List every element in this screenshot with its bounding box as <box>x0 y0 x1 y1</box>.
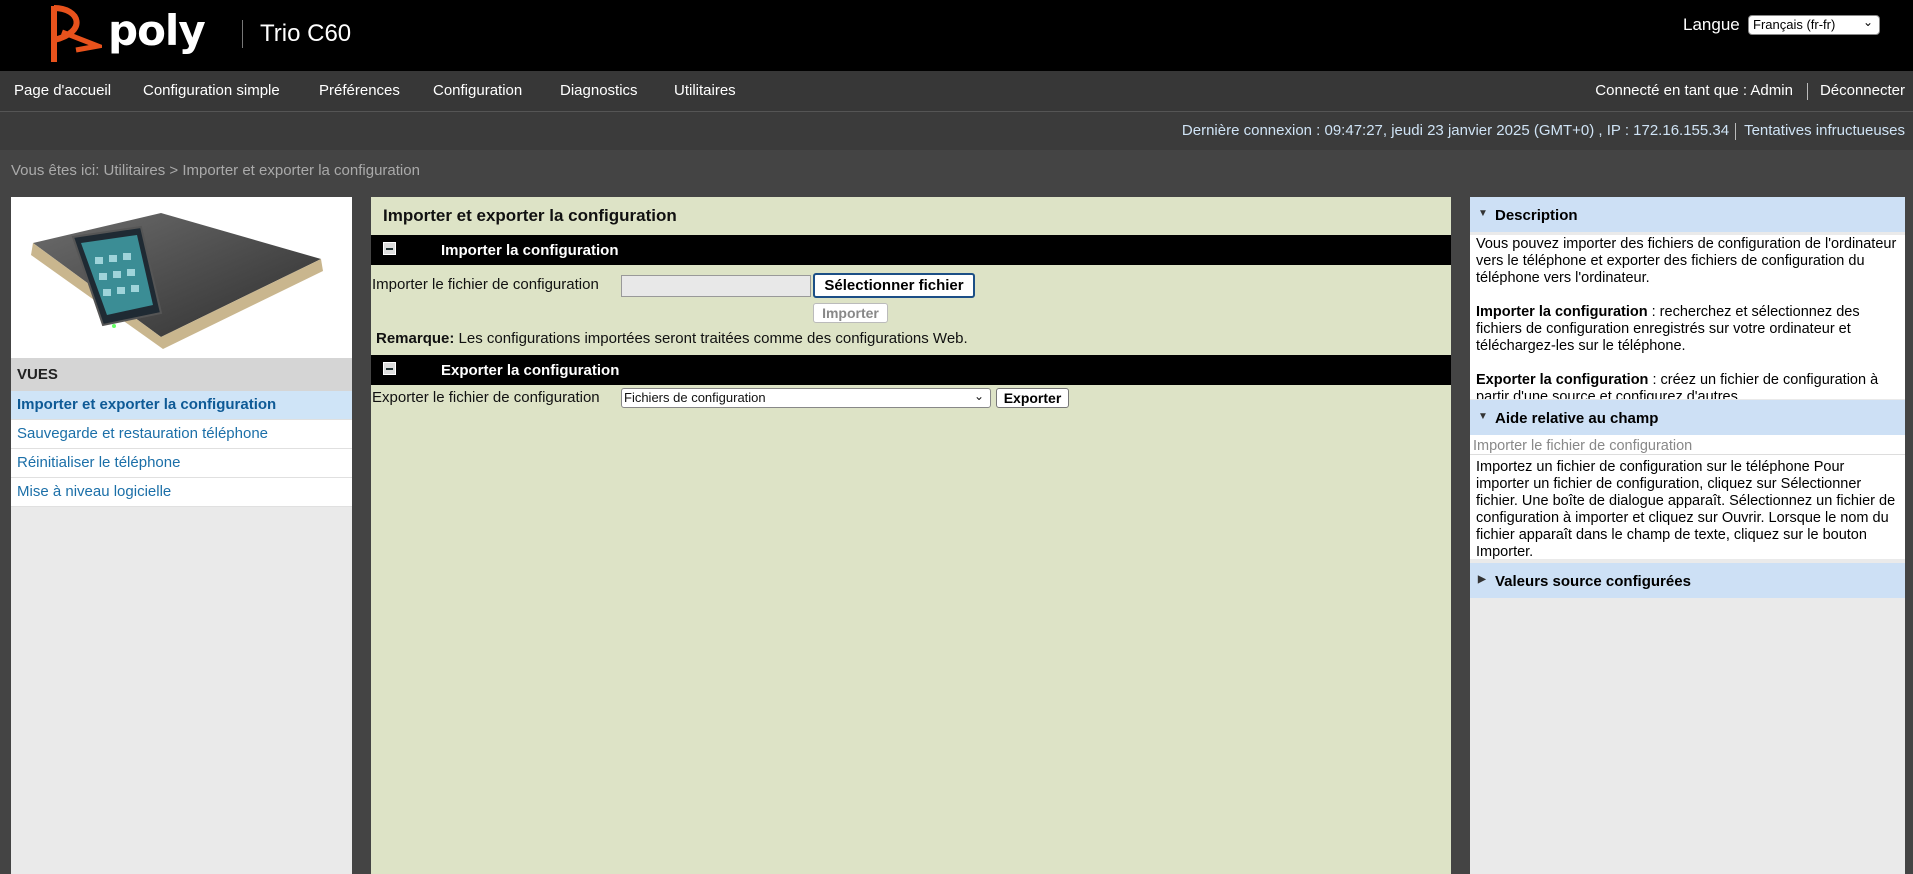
views-list: Importer et exporter la configuration Sa… <box>11 391 352 507</box>
view-backup-restore[interactable]: Sauvegarde et restauration téléphone <box>11 420 352 449</box>
info-bar: Dernière connexion : 09:47:27, jeudi 23 … <box>0 111 1913 150</box>
triangle-down-icon: ▼ <box>1478 208 1488 219</box>
import-button[interactable]: Importer <box>813 303 888 323</box>
view-software-upgrade[interactable]: Mise à niveau logicielle <box>11 478 352 507</box>
logout-link[interactable]: Déconnecter <box>1820 82 1905 99</box>
top-header: poly Trio C60 Langue Français (fr-fr) ⌄ <box>0 0 1913 71</box>
main-nav: Page d'accueil Configuration simple Préf… <box>0 71 1913 111</box>
description-import: Importer la configuration : recherchez e… <box>1476 304 1860 354</box>
phone-image <box>11 197 352 358</box>
select-file-button[interactable]: Sélectionner fichier <box>813 273 975 298</box>
views-header: VUES <box>11 358 352 391</box>
view-reset-phone[interactable]: Réinitialiser le téléphone <box>11 449 352 478</box>
last-login: Dernière connexion : 09:47:27, jeudi 23 … <box>1181 122 1730 139</box>
language-select[interactable]: Français (fr-fr) ⌄ <box>1748 15 1880 35</box>
description-box: Vous pouvez importer des fichiers de con… <box>1470 235 1905 399</box>
poly-logo-icon <box>51 5 102 62</box>
brand-name: poly <box>108 6 206 55</box>
description-header[interactable]: ▼ Description <box>1470 197 1905 232</box>
help-panel: ▼ Description Vous pouvez importer des f… <box>1470 197 1905 874</box>
export-type-value: Fichiers de configuration <box>624 390 766 405</box>
nav-simple-setup[interactable]: Configuration simple <box>143 82 280 99</box>
import-section-header: Importer la configuration <box>371 235 1451 265</box>
connected-as: Connecté en tant que : Admin <box>1595 82 1793 99</box>
import-file-input[interactable] <box>621 275 811 297</box>
chevron-down-icon: ⌄ <box>1862 15 1873 29</box>
field-help-name: Importer le fichier de configuration <box>1470 435 1905 455</box>
divider <box>1735 122 1737 140</box>
language-value: Français (fr-fr) <box>1753 17 1836 32</box>
nav-settings[interactable]: Configuration <box>433 82 522 99</box>
session-area: Connecté en tant que : Admin Déconnecter <box>1595 82 1905 100</box>
description-intro: Vous pouvez importer des fichiers de con… <box>1476 236 1897 286</box>
remark-text: Remarque: Les configurations importées s… <box>376 330 968 347</box>
export-section-header: Exporter la configuration <box>371 355 1451 385</box>
export-button[interactable]: Exporter <box>996 388 1069 408</box>
triangle-down-icon: ▼ <box>1478 411 1488 422</box>
divider <box>1806 82 1808 100</box>
description-export: Exporter la configuration : créez un fic… <box>1476 372 1879 399</box>
breadcrumb: Vous êtes ici: Utilitaires > Importer et… <box>11 162 420 179</box>
left-panel: VUES Importer et exporter la configurati… <box>11 197 352 874</box>
nav-utilities[interactable]: Utilitaires <box>674 82 736 99</box>
page-title: Importer et exporter la configuration <box>383 206 677 225</box>
nav-diagnostics[interactable]: Diagnostics <box>560 82 638 99</box>
header-divider <box>242 20 243 48</box>
failed-attempts-link[interactable]: Tentatives infructueuses <box>1744 122 1905 139</box>
import-file-label: Importer le fichier de configuration <box>372 276 599 293</box>
product-name: Trio C60 <box>260 20 352 47</box>
nav-preferences[interactable]: Préférences <box>319 82 400 99</box>
field-help-box: Importer le fichier de configuration Imp… <box>1470 435 1905 559</box>
collapse-icon[interactable] <box>383 242 396 255</box>
field-help-header[interactable]: ▼ Aide relative au champ <box>1470 400 1905 435</box>
chevron-down-icon: ⌄ <box>973 389 984 403</box>
main-content: Importer et exporter la configuration Im… <box>371 197 1451 874</box>
field-help-text: Importez un fichier de configuration sur… <box>1476 459 1896 559</box>
language-label: Langue <box>1683 15 1740 34</box>
triangle-right-icon: ▶ <box>1478 574 1486 585</box>
nav-home[interactable]: Page d'accueil <box>14 82 111 99</box>
source-values-header[interactable]: ▶ Valeurs source configurées <box>1470 563 1905 598</box>
collapse-icon[interactable] <box>383 362 396 375</box>
export-file-label: Exporter le fichier de configuration <box>372 389 600 406</box>
view-import-export[interactable]: Importer et exporter la configuration <box>11 391 352 420</box>
export-type-select[interactable]: Fichiers de configuration ⌄ <box>621 388 991 408</box>
conference-phone-icon <box>31 213 323 349</box>
